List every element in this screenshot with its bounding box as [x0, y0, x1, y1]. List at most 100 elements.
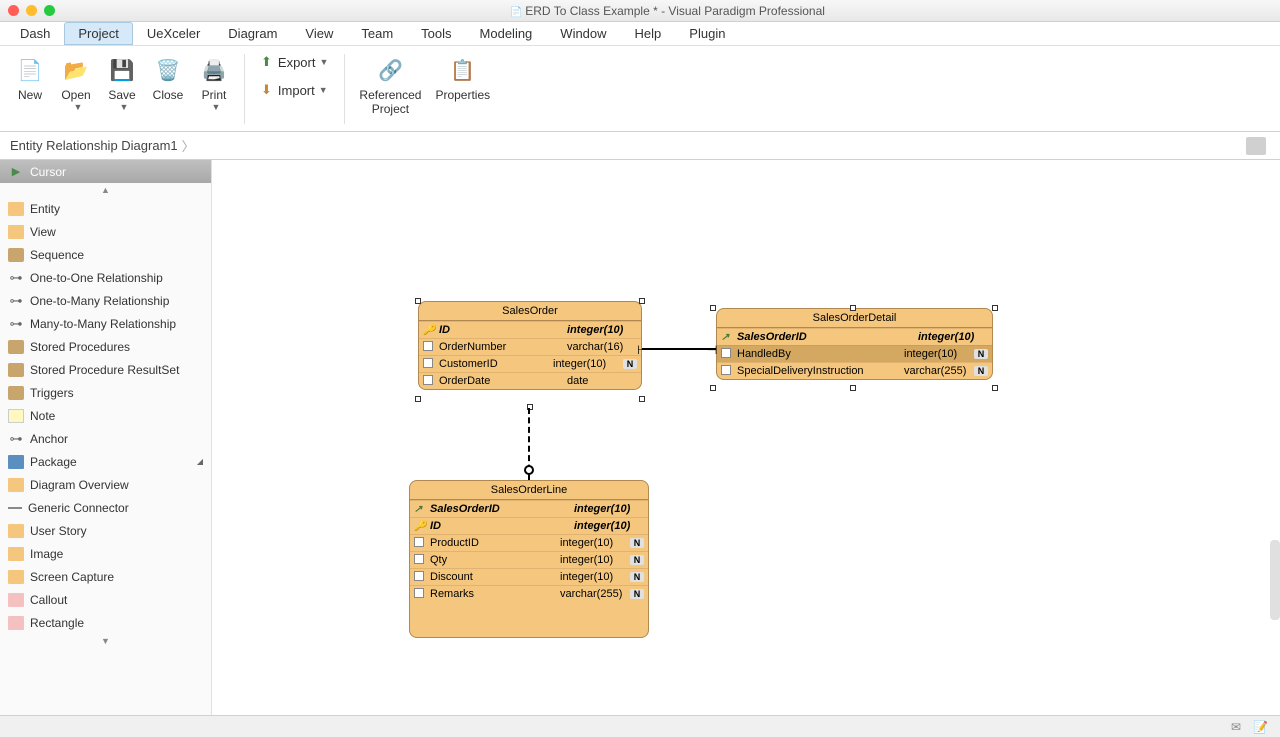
- palette-item-user-story[interactable]: User Story: [0, 519, 211, 542]
- nullable-badge: N: [630, 572, 644, 582]
- entity-salesorder[interactable]: SalesOrder 🔑IDinteger(10)OrderNumbervarc…: [418, 301, 642, 390]
- open-button[interactable]: 📂 Open ▼: [54, 50, 98, 116]
- selection-handle[interactable]: [415, 396, 421, 402]
- entity-salesorderdetail[interactable]: SalesOrderDetail ↗SalesOrderIDinteger(10…: [716, 308, 993, 380]
- entity-column[interactable]: CustomerIDinteger(10)N: [419, 355, 641, 372]
- mail-icon[interactable]: ✉: [1231, 720, 1241, 734]
- selection-handle[interactable]: [415, 298, 421, 304]
- column-name: SalesOrderID: [735, 331, 918, 343]
- referenced-project-button[interactable]: 🔗 Referenced Project: [353, 50, 427, 120]
- entity-column[interactable]: Discountinteger(10)N: [410, 568, 648, 585]
- palette-item-package[interactable]: Package◢: [0, 450, 211, 473]
- entity-column[interactable]: Remarksvarchar(255)N: [410, 585, 648, 602]
- palette-item-diagram-overview[interactable]: Diagram Overview: [0, 473, 211, 496]
- nullable-badge: N: [974, 366, 988, 376]
- entity-column[interactable]: ↗SalesOrderIDinteger(10): [410, 500, 648, 517]
- properties-button[interactable]: 📋 Properties: [429, 50, 496, 106]
- entity-column[interactable]: SpecialDeliveryInstructionvarchar(255)N: [717, 362, 992, 379]
- selection-handle[interactable]: [639, 396, 645, 402]
- save-button[interactable]: 💾 Save ▼: [100, 50, 144, 116]
- palette-item-entity[interactable]: Entity: [0, 197, 211, 220]
- close-button[interactable]: 🗑️ Close: [146, 50, 190, 106]
- palette-item-screen-capture[interactable]: Screen Capture: [0, 565, 211, 588]
- palette-item-sequence[interactable]: Sequence: [0, 243, 211, 266]
- palette-item-label: Generic Connector: [28, 501, 129, 515]
- menu-plugin[interactable]: Plugin: [675, 22, 739, 45]
- import-button[interactable]: ⬇ Import ▼: [253, 78, 336, 102]
- zoom-window-button[interactable]: [44, 5, 55, 16]
- palette-item-generic-connector[interactable]: Generic Connector: [0, 496, 211, 519]
- palette-item-stored-procedure-resultset[interactable]: Stored Procedure ResultSet: [0, 358, 211, 381]
- selection-handle[interactable]: [992, 305, 998, 311]
- breadcrumb-item[interactable]: Entity Relationship Diagram1: [10, 138, 178, 153]
- print-button[interactable]: 🖨️ Print ▼: [192, 50, 236, 116]
- palette-item-note[interactable]: Note: [0, 404, 211, 427]
- palette-item-many-to-many-relationship[interactable]: ⊶Many-to-Many Relationship: [0, 312, 211, 335]
- close-window-button[interactable]: [8, 5, 19, 16]
- scrollbar[interactable]: [1270, 540, 1280, 620]
- diagram-canvas[interactable]: SalesOrder 🔑IDinteger(10)OrderNumbervarc…: [212, 160, 1280, 715]
- entity-title: SalesOrderDetail: [717, 309, 992, 328]
- selection-handle[interactable]: [639, 298, 645, 304]
- selection-handle[interactable]: [850, 385, 856, 391]
- column-name: SpecialDeliveryInstruction: [735, 365, 904, 377]
- palette-item-rectangle[interactable]: Rectangle: [0, 611, 211, 634]
- palette-item-stored-procedures[interactable]: Stored Procedures: [0, 335, 211, 358]
- palette-item-image[interactable]: Image: [0, 542, 211, 565]
- minimize-window-button[interactable]: [26, 5, 37, 16]
- window-title: ERD To Class Example * - Visual Paradigm…: [55, 4, 1280, 18]
- column-icon: [423, 358, 437, 371]
- menu-window[interactable]: Window: [546, 22, 620, 45]
- entity-column[interactable]: OrderNumbervarchar(16): [419, 338, 641, 355]
- toolbar: 📄 New 📂 Open ▼ 💾 Save ▼ 🗑️ Close 🖨️ Prin…: [0, 46, 1280, 132]
- chevron-down-icon: ▼: [319, 57, 328, 67]
- palette-item-anchor[interactable]: ⊶Anchor: [0, 427, 211, 450]
- palette-item-callout[interactable]: Callout: [0, 588, 211, 611]
- palette-item-label: Anchor: [30, 432, 68, 446]
- selection-handle[interactable]: [710, 305, 716, 311]
- column-type: integer(10): [560, 571, 630, 583]
- column-name: ProductID: [428, 537, 560, 549]
- palette-cursor[interactable]: ▶ Cursor: [0, 160, 211, 183]
- menu-view[interactable]: View: [291, 22, 347, 45]
- chevron-down-icon: ▼: [74, 102, 83, 112]
- column-name: Qty: [428, 554, 560, 566]
- palette-item-triggers[interactable]: Triggers: [0, 381, 211, 404]
- menu-tools[interactable]: Tools: [407, 22, 465, 45]
- menu-team[interactable]: Team: [347, 22, 407, 45]
- primary-key-icon: 🔑: [414, 521, 428, 532]
- entity-column[interactable]: OrderDatedate: [419, 372, 641, 389]
- export-button[interactable]: ⬆ Export ▼: [253, 50, 336, 74]
- palette-item-one-to-many-relationship[interactable]: ⊶One-to-Many Relationship: [0, 289, 211, 312]
- crow-foot-icon: ⊣: [707, 343, 717, 353]
- selection-handle[interactable]: [992, 385, 998, 391]
- entity-column[interactable]: ProductIDinteger(10)N: [410, 534, 648, 551]
- folder-icon: [8, 202, 24, 216]
- menu-modeling[interactable]: Modeling: [466, 22, 547, 45]
- properties-icon: 📋: [447, 54, 479, 86]
- entity-column[interactable]: 🔑IDinteger(10): [410, 517, 648, 534]
- selection-handle[interactable]: [710, 385, 716, 391]
- entity-salesorderline[interactable]: SalesOrderLine ↗SalesOrderIDinteger(10)🔑…: [409, 480, 649, 638]
- menu-help[interactable]: Help: [621, 22, 676, 45]
- column-type: integer(10): [567, 324, 637, 336]
- entity-column[interactable]: HandledByinteger(10)N: [717, 345, 992, 362]
- menu-project[interactable]: Project: [64, 22, 132, 45]
- palette-item-view[interactable]: View: [0, 220, 211, 243]
- new-button[interactable]: 📄 New: [8, 50, 52, 106]
- db-icon: [8, 363, 24, 377]
- palette-item-one-to-one-relationship[interactable]: ⊶One-to-One Relationship: [0, 266, 211, 289]
- relationship-line[interactable]: [642, 348, 716, 350]
- note-status-icon[interactable]: 📝: [1253, 720, 1268, 734]
- breadcrumb-toggle-icon[interactable]: [1246, 137, 1266, 155]
- nullable-badge: N: [974, 349, 988, 359]
- menu-diagram[interactable]: Diagram: [214, 22, 291, 45]
- entity-column[interactable]: Qtyinteger(10)N: [410, 551, 648, 568]
- menu-dash[interactable]: Dash: [6, 22, 64, 45]
- selection-handle[interactable]: [850, 305, 856, 311]
- entity-column[interactable]: ↗SalesOrderIDinteger(10): [717, 328, 992, 345]
- menu-uexceler[interactable]: UeXceler: [133, 22, 214, 45]
- palette-up-arrow[interactable]: ▲: [0, 183, 211, 197]
- palette-down-arrow[interactable]: ▼: [0, 634, 211, 648]
- entity-column[interactable]: 🔑IDinteger(10): [419, 321, 641, 338]
